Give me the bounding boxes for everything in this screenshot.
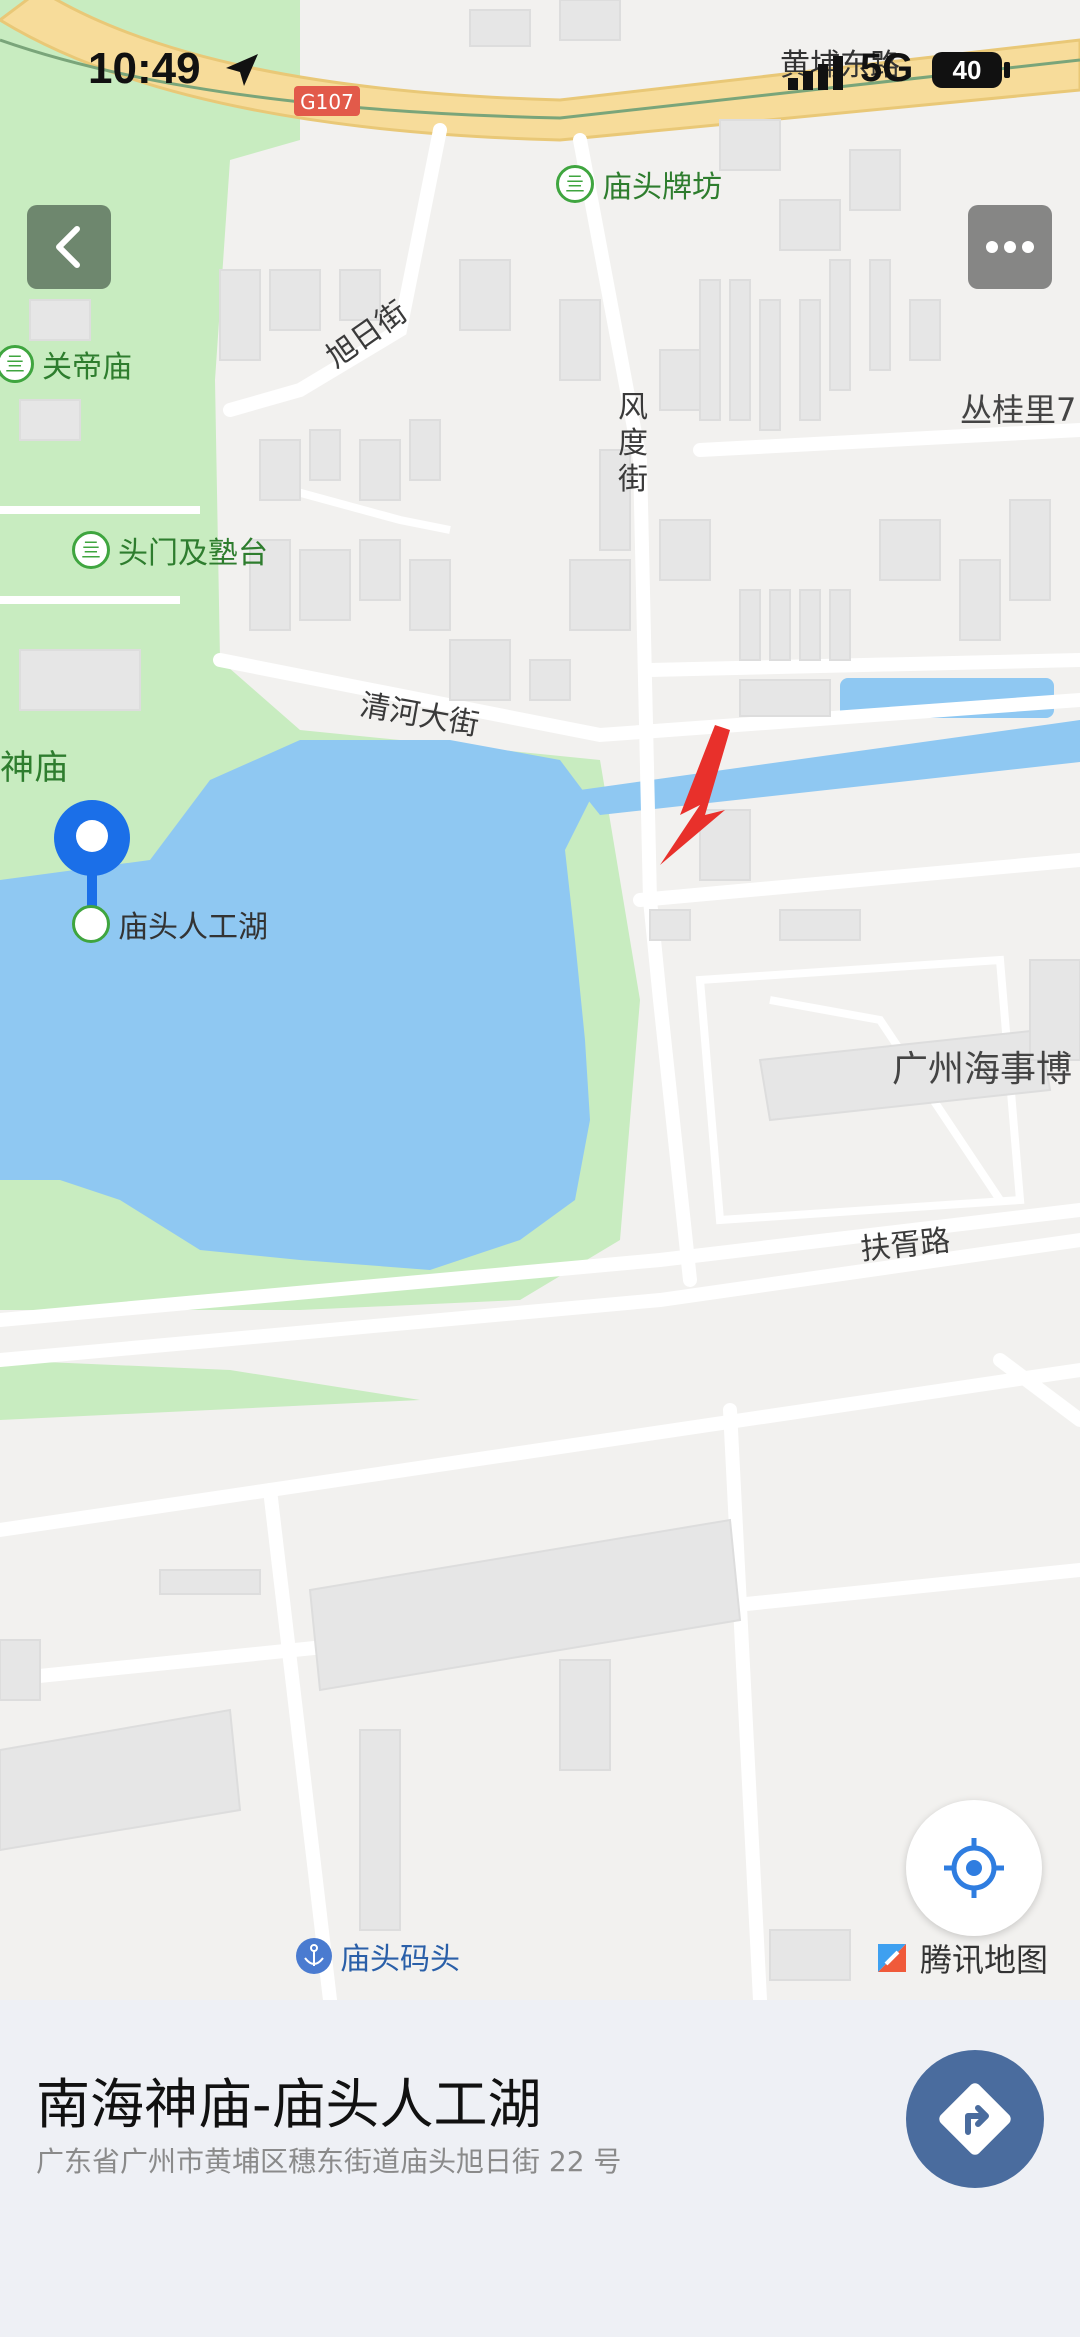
more-dots-icon: [986, 241, 1034, 253]
poi-lake[interactable]: 庙头人工湖: [72, 902, 268, 946]
battery-tip: [1004, 62, 1010, 78]
poi-guandimiao[interactable]: 关帝庙: [0, 342, 132, 386]
area-label-congguili: 丛桂里7: [960, 391, 1077, 429]
poi-paifang[interactable]: 庙头牌坊: [556, 162, 722, 206]
status-bar: 10:49 5G 40: [0, 0, 1080, 140]
place-title: 南海神庙-庙头人工湖: [36, 2073, 542, 2136]
road-label-fengdu: 风度街: [618, 390, 648, 497]
network-type: 5G: [860, 46, 914, 90]
locate-button[interactable]: [906, 1800, 1042, 1936]
locate-icon: [944, 1838, 1004, 1898]
area-label-museum: 广州海事博: [892, 1049, 1073, 1090]
poi-lake-label: 庙头人工湖: [118, 910, 268, 945]
map-graphics: G107: [0, 0, 1080, 2000]
poi-wharf-label: 庙头码头: [340, 1942, 460, 1977]
poi-toumen-icon: [72, 531, 110, 569]
status-time: 10:49: [88, 44, 201, 93]
poi-lake-icon: [72, 905, 110, 943]
route-button[interactable]: [906, 2050, 1044, 2188]
route-icon: [939, 2083, 1011, 2155]
chevron-left-icon: [56, 226, 80, 268]
place-info-sheet[interactable]: 南海神庙-庙头人工湖 广东省广州市黄埔区穗东街道庙头旭日街 22 号: [0, 2000, 1080, 2337]
area-label-shenmiao: 神庙: [0, 748, 68, 788]
map-brand: 腾讯地图: [872, 1935, 1048, 1981]
more-button[interactable]: [968, 205, 1052, 289]
battery-icon: 40: [932, 52, 1002, 88]
back-button[interactable]: [27, 205, 111, 289]
tencent-map-logo-icon: [878, 1944, 906, 1972]
map-canvas[interactable]: G107 黄埔东路 旭日街 风度街 清河大街 扶胥路 丛桂里7 广州海事博 神庙…: [0, 0, 1080, 2000]
poi-toumen[interactable]: 头门及塾台: [72, 528, 268, 572]
battery-level: 40: [952, 55, 982, 85]
road-label-fuxu: 扶胥路: [858, 1223, 952, 1268]
poi-wharf[interactable]: 庙头码头: [296, 1934, 460, 1978]
signal-icon: [788, 56, 843, 90]
poi-paifang-label: 庙头牌坊: [602, 170, 722, 205]
location-arrow-icon: [226, 54, 258, 86]
poi-paifang-icon: [556, 165, 594, 203]
poi-guandimiao-label: 关帝庙: [42, 350, 132, 385]
poi-toumen-label: 头门及塾台: [118, 536, 268, 571]
map-brand-label: 腾讯地图: [920, 1941, 1049, 1979]
poi-guandimiao-icon: [0, 345, 34, 383]
place-address: 广东省广州市黄埔区穗东街道庙头旭日街 22 号: [36, 2145, 622, 2178]
anchor-icon: [296, 1938, 332, 1974]
